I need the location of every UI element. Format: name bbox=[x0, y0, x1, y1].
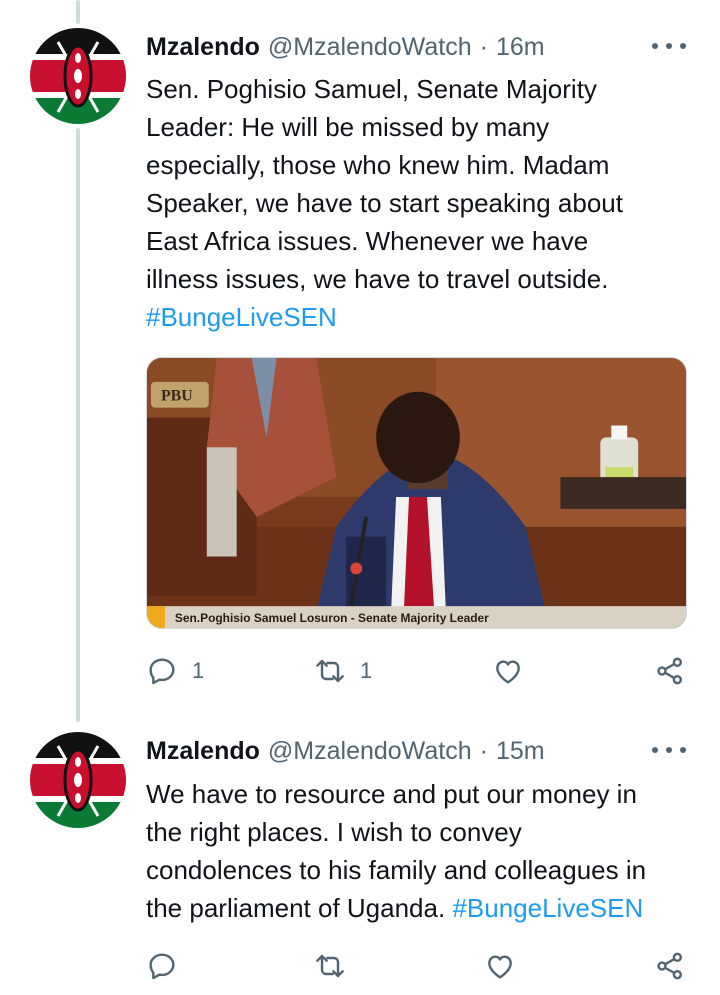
reply-icon bbox=[149, 953, 175, 980]
thread-line-top bbox=[76, 0, 80, 24]
kenya-flag-avatar bbox=[30, 732, 126, 828]
author-name[interactable]: Mzalendo bbox=[146, 737, 260, 766]
timestamp[interactable]: 16m bbox=[496, 33, 545, 62]
more-icon[interactable] bbox=[652, 36, 686, 56]
text-line: the right places. I wish to convey bbox=[146, 817, 522, 847]
retweet-count: 1 bbox=[360, 658, 373, 683]
text-line: especially, those who knew him. Madam bbox=[146, 150, 610, 180]
thread-line-connector bbox=[76, 128, 80, 722]
text-line: condolences to his family and colleagues… bbox=[146, 855, 647, 885]
author-name[interactable]: Mzalendo bbox=[146, 33, 260, 62]
avatar[interactable] bbox=[30, 732, 126, 828]
retweet-icon bbox=[316, 954, 344, 978]
tweet-text: Sen. Poghisio Samuel, Senate Majority Le… bbox=[146, 70, 691, 336]
avatar[interactable] bbox=[30, 28, 126, 124]
text-line: illness issues, we have to travel outsid… bbox=[146, 264, 609, 294]
text-line: the parliament of Uganda. bbox=[146, 893, 446, 923]
retweet-button[interactable]: 1 bbox=[314, 651, 372, 691]
like-icon bbox=[496, 660, 520, 684]
separator-dot: · bbox=[479, 736, 488, 765]
author-handle[interactable]: @MzalendoWatch bbox=[268, 737, 472, 766]
more-icon[interactable] bbox=[652, 740, 686, 760]
like-button[interactable] bbox=[492, 651, 538, 691]
reply-button[interactable]: 1 bbox=[146, 651, 204, 691]
share-icon bbox=[657, 952, 682, 980]
text-line: Leader: He will be missed by many bbox=[146, 112, 550, 142]
tweet-media-image[interactable]: Sen.Poghisio Samuel Losuron - Senate Maj… bbox=[146, 357, 687, 629]
text-line: We have to resource and put our money in bbox=[146, 779, 637, 809]
tweet-text: We have to resource and put our money in… bbox=[146, 775, 691, 927]
author-handle[interactable]: @MzalendoWatch bbox=[268, 33, 472, 62]
kenya-flag-avatar bbox=[30, 28, 126, 124]
reply-count: 1 bbox=[192, 658, 205, 683]
tweet-header: Mzalendo @MzalendoWatch · 16m bbox=[146, 32, 545, 62]
reply-icon bbox=[149, 658, 175, 685]
senate-video-still: Sen.Poghisio Samuel Losuron - Senate Maj… bbox=[147, 358, 686, 628]
hashtag-link[interactable]: #BungeLiveSEN bbox=[146, 302, 337, 332]
tweet-header: Mzalendo @MzalendoWatch · 15m bbox=[146, 736, 545, 766]
retweet-button[interactable] bbox=[314, 946, 360, 986]
timestamp[interactable]: 15m bbox=[496, 737, 545, 766]
retweet-icon bbox=[316, 659, 344, 683]
pbu-logo: PBU bbox=[161, 388, 193, 405]
hashtag-link[interactable]: #BungeLiveSEN bbox=[452, 893, 643, 923]
tweet-actions: 1 1 bbox=[146, 651, 691, 691]
like-icon bbox=[488, 955, 512, 979]
text-line: Speaker, we have to start speaking about bbox=[146, 188, 623, 218]
separator-dot: · bbox=[479, 32, 488, 61]
share-button[interactable] bbox=[654, 651, 686, 691]
media-caption: Sen.Poghisio Samuel Losuron - Senate Maj… bbox=[175, 611, 489, 625]
text-line: Sen. Poghisio Samuel, Senate Majority bbox=[146, 74, 597, 104]
text-line: East Africa issues. Whenever we have bbox=[146, 226, 589, 256]
like-button[interactable] bbox=[484, 946, 530, 986]
share-icon bbox=[657, 657, 682, 685]
share-button[interactable] bbox=[654, 946, 686, 986]
reply-button[interactable] bbox=[146, 946, 192, 986]
tweet-actions bbox=[146, 946, 691, 986]
